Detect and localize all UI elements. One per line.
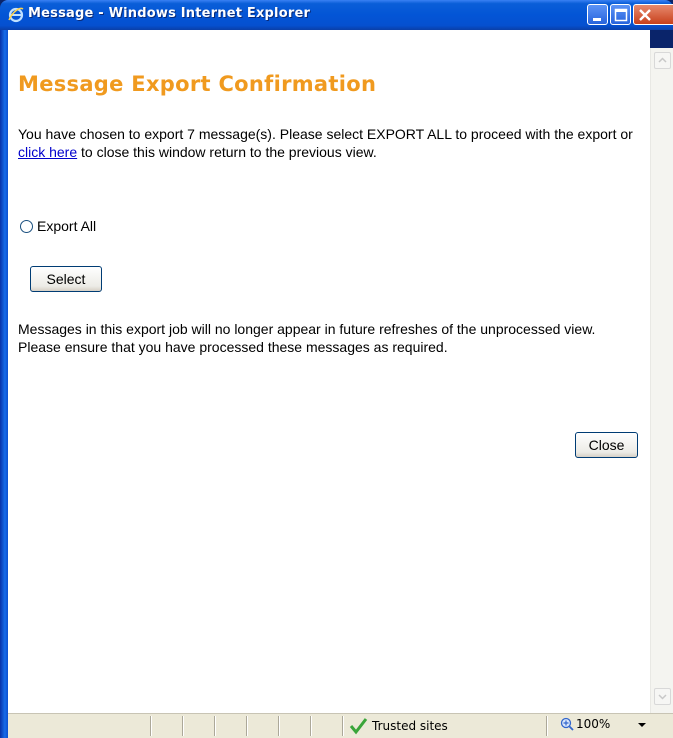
security-zone-label: Trusted sites [372,719,448,733]
status-separator [182,716,184,736]
vertical-scrollbar[interactable] [650,48,673,713]
close-icon [639,9,651,21]
maximize-icon [614,8,628,22]
minimize-icon [593,18,601,21]
window-frame-left [0,30,8,738]
intro-text: You have chosen to export 7 message(s). … [18,125,638,161]
export-all-label: Export All [37,218,97,234]
window-title: Message - Windows Internet Explorer [28,6,311,21]
close-button[interactable]: Close [575,432,638,458]
maximize-button[interactable] [610,4,631,25]
page-heading: Message Export Confirmation [18,72,377,96]
intro-text-after-link: to close this window return to the previ… [77,144,377,160]
checkmark-icon [349,718,368,735]
scroll-down-button[interactable] [654,688,671,705]
ie-logo-icon [8,7,24,23]
scroll-up-button[interactable] [654,52,671,69]
chevron-down-icon [658,694,667,700]
close-window-button[interactable] [633,4,673,25]
minimize-button[interactable] [587,4,608,25]
status-separator [150,716,152,736]
status-separator [546,716,548,736]
status-separator [246,716,248,736]
browser-window: Message - Windows Internet Explorer Mess… [0,0,673,738]
zoom-dropdown-icon[interactable] [638,722,646,728]
close-window-link[interactable]: click here [18,144,77,160]
select-button[interactable]: Select [30,266,102,292]
status-separator [278,716,280,736]
export-all-option[interactable]: Export All [20,217,96,235]
zoom-icon [560,717,574,731]
notice-text: Messages in this export job will no long… [18,321,596,355]
zoom-level[interactable]: 100% [560,717,610,731]
intro-text-before-link: You have chosen to export 7 message(s). … [18,126,633,142]
security-zone[interactable]: Trusted sites [348,717,448,735]
status-separator [310,716,312,736]
zoom-label: 100% [576,717,611,731]
title-bar: Message - Windows Internet Explorer [0,0,673,30]
status-separator [342,716,344,736]
status-separator [214,716,216,736]
status-bar: Trusted sites 100% [8,713,673,738]
chevron-up-icon [658,57,667,63]
export-all-radio[interactable] [20,219,33,233]
